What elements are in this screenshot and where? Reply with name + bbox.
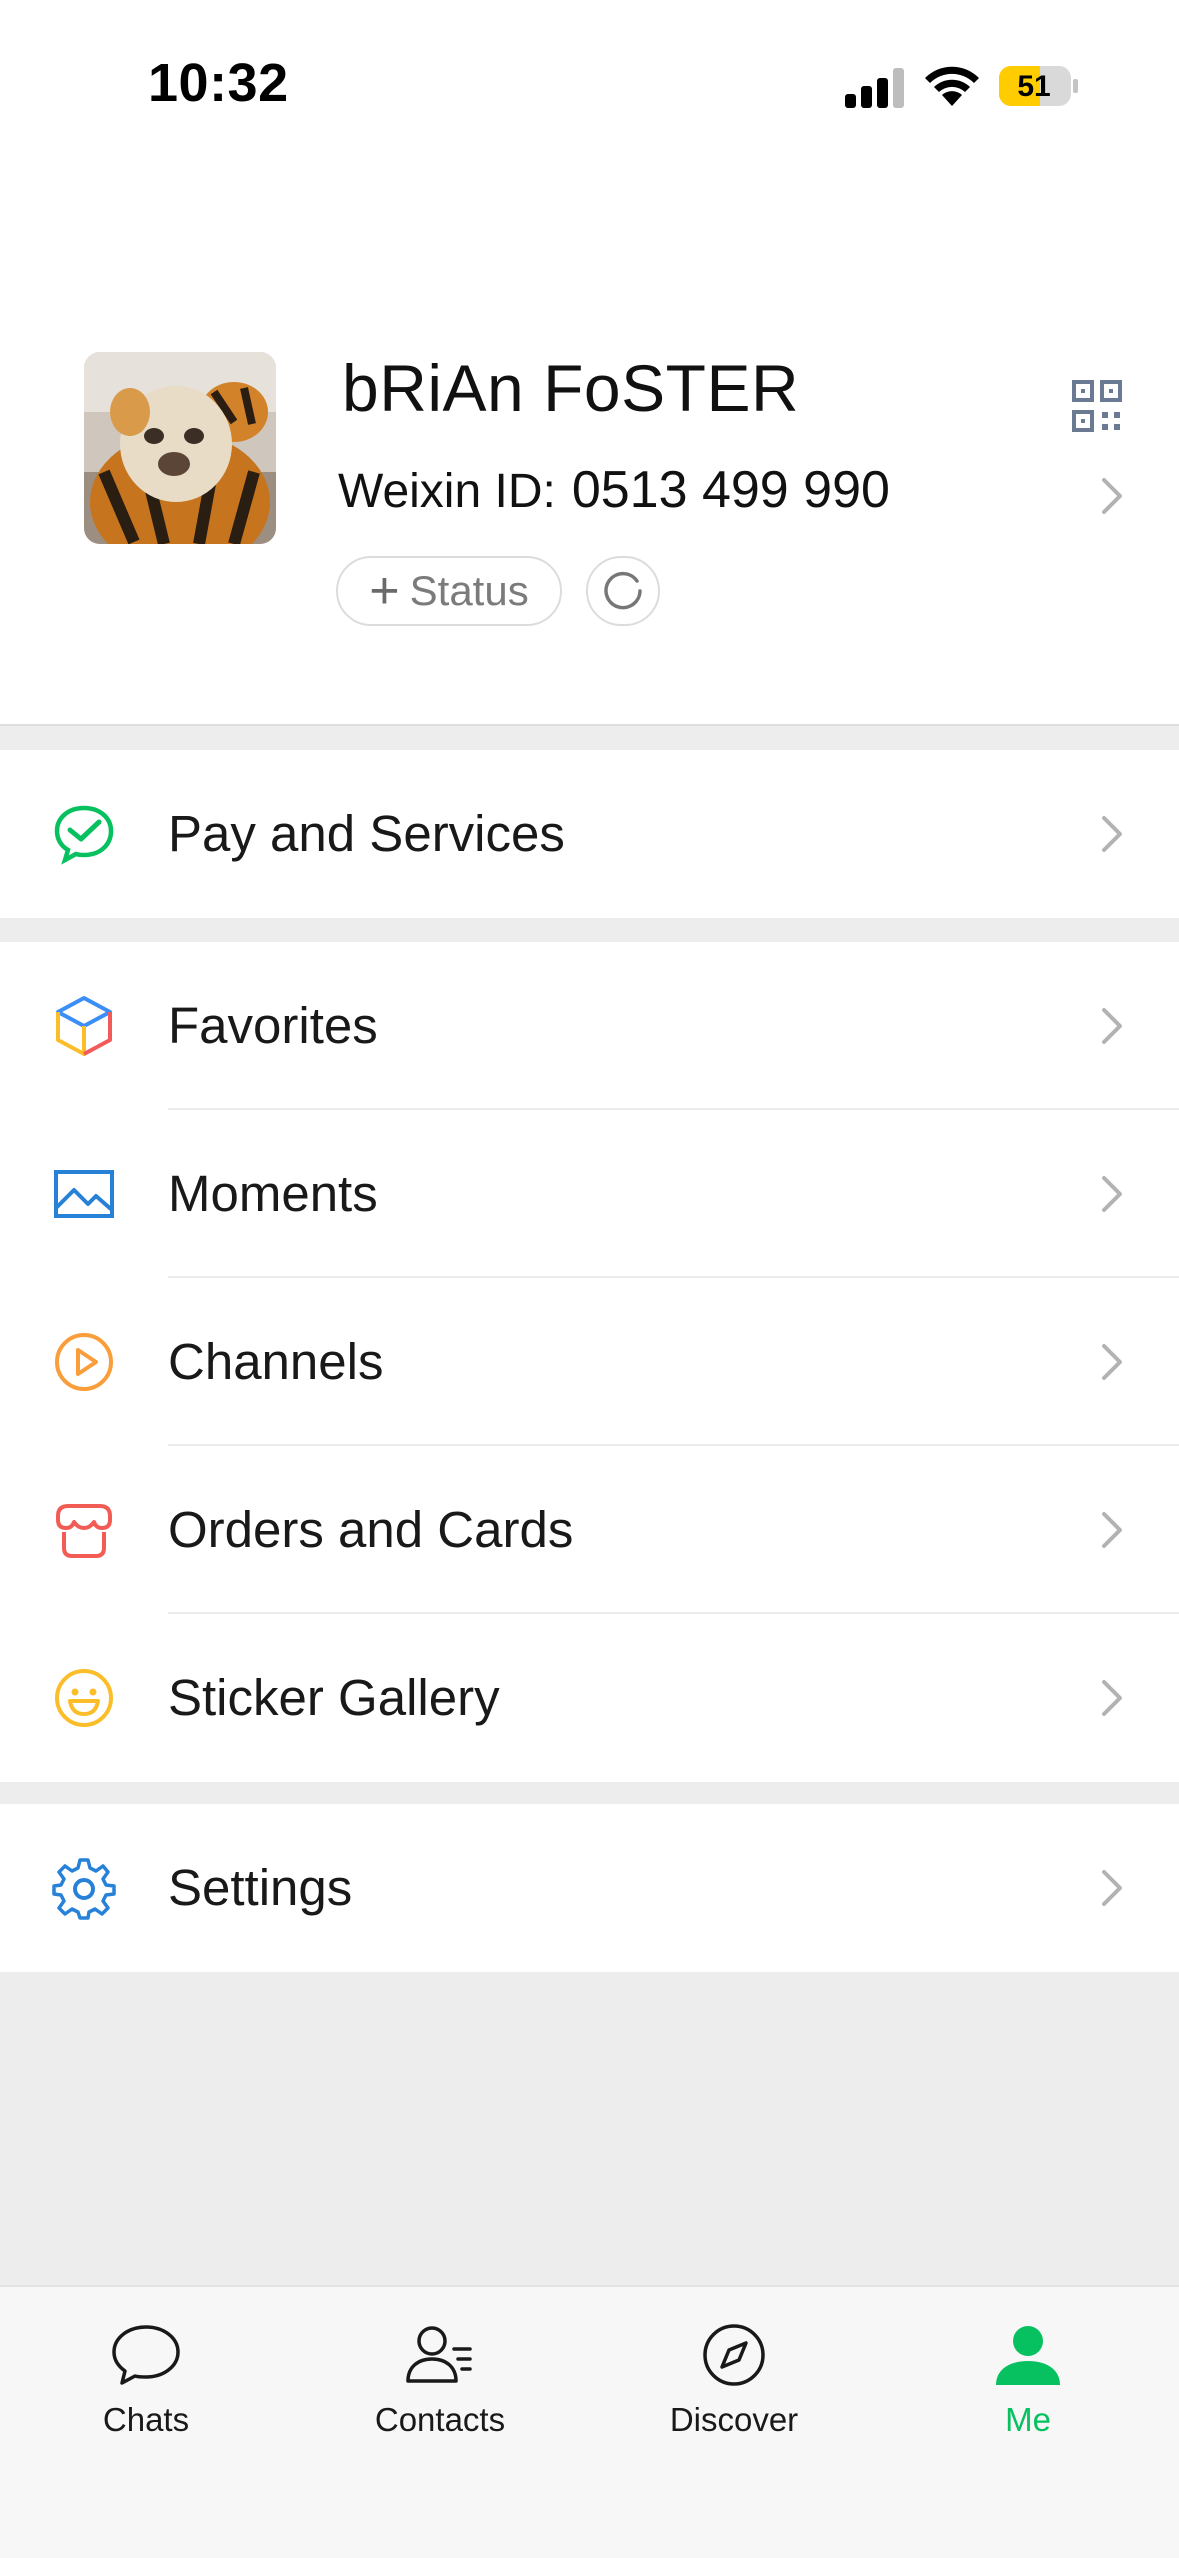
cellular-signal-icon — [845, 68, 904, 108]
battery-level: 51 — [1017, 70, 1050, 103]
menu-item-moments[interactable]: Moments — [0, 1110, 1179, 1278]
compass-icon — [703, 2324, 765, 2386]
tab-discover[interactable]: Discover — [634, 2315, 834, 2439]
weixin-id-value: 0513 499 990 — [571, 461, 890, 519]
add-status-button[interactable]: + Status — [336, 556, 562, 626]
chevron-right-icon — [1102, 1870, 1122, 1906]
clock: 10:32 — [148, 53, 289, 113]
features-group: Favorites Moments Channels Orders and Ca… — [0, 942, 1179, 1782]
menu-item-settings[interactable]: Settings — [0, 1804, 1179, 1972]
menu-item-favorites[interactable]: Favorites — [0, 942, 1179, 1110]
circle-refresh-icon — [604, 571, 642, 610]
chevron-right-icon — [1102, 1176, 1122, 1212]
menu-label-moments: Moments — [168, 1165, 378, 1222]
profile-header[interactable]: bRiAn FoSTER Weixin ID: 0513 499 990 + St… — [0, 170, 1179, 725]
favorites-cube-icon — [56, 996, 112, 1056]
pay-group: Pay and Services — [0, 750, 1179, 918]
orders-shop-icon — [56, 1504, 112, 1558]
moments-photo-icon — [54, 1170, 114, 1218]
menu-label-channels: Channels — [168, 1333, 384, 1390]
status-button-label: Status — [409, 567, 529, 614]
tab-label-contacts: Contacts — [374, 2401, 506, 2438]
menu-label-orders: Orders and Cards — [168, 1501, 574, 1558]
qr-code-icon[interactable] — [1072, 380, 1122, 434]
sticker-smile-icon — [55, 1669, 113, 1727]
tab-bar: Chats Contacts Discover Me — [0, 2285, 1179, 2558]
chevron-right-icon — [1102, 816, 1122, 852]
menu-label-pay: Pay and Services — [168, 805, 565, 862]
menu-item-channels[interactable]: Channels — [0, 1278, 1179, 1446]
menu-item-sticker-gallery[interactable]: Sticker Gallery — [0, 1614, 1179, 1782]
wifi-icon — [925, 66, 979, 106]
status-bar: 10:32 51 — [0, 0, 1179, 170]
weixin-id-label: Weixin ID: — [338, 465, 556, 518]
menu-label-favorites: Favorites — [168, 997, 378, 1054]
tab-label-chats: Chats — [102, 2401, 190, 2438]
tab-contacts[interactable]: Contacts — [340, 2315, 540, 2439]
battery-icon: 51 — [999, 66, 1078, 106]
divider — [0, 724, 1179, 726]
weixin-id: Weixin ID: 0513 499 990 — [338, 460, 890, 520]
tab-label-discover: Discover — [669, 2401, 799, 2438]
me-person-icon — [996, 2326, 1060, 2385]
tab-label-me: Me — [1005, 2401, 1051, 2438]
plus-icon: + — [369, 562, 400, 620]
channels-play-icon — [55, 1333, 113, 1391]
chevron-right-icon — [1102, 1512, 1122, 1548]
menu-label-stickers: Sticker Gallery — [168, 1669, 500, 1726]
settings-group: Settings — [0, 1804, 1179, 1972]
gear-icon — [52, 1858, 116, 1920]
profile-name: bRiAn FoSTER — [342, 351, 800, 425]
pay-check-icon — [54, 805, 114, 865]
contacts-person-icon — [406, 2326, 472, 2383]
tab-chats[interactable]: Chats — [46, 2315, 246, 2439]
chat-bubble-icon — [112, 2325, 180, 2385]
status-circle-button[interactable] — [586, 556, 660, 626]
profile-chevron-right-icon[interactable] — [1098, 476, 1126, 516]
chevron-right-icon — [1102, 1680, 1122, 1716]
menu-item-pay-and-services[interactable]: Pay and Services — [0, 750, 1179, 918]
menu-item-orders-and-cards[interactable]: Orders and Cards — [0, 1446, 1179, 1614]
chevron-right-icon — [1102, 1008, 1122, 1044]
chevron-right-icon — [1102, 1344, 1122, 1380]
menu-label-settings: Settings — [168, 1859, 353, 1916]
avatar[interactable] — [84, 352, 276, 544]
tab-me[interactable]: Me — [928, 2315, 1128, 2439]
